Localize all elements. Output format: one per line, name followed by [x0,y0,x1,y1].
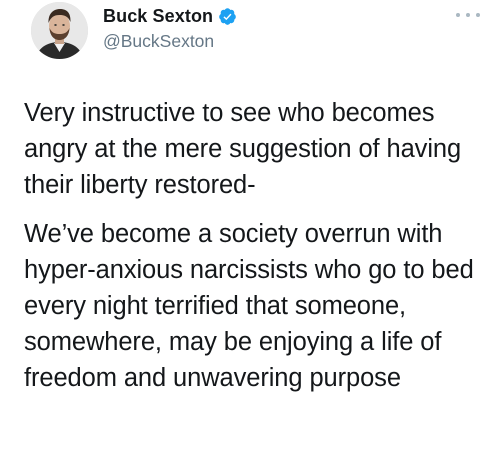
verified-badge-icon [218,7,237,26]
tweet-header: Buck Sexton @BuckSexton [31,0,491,75]
tweet-text: Very instructive to see who becomes angr… [24,95,494,396]
author-names: Buck Sexton @BuckSexton [103,4,237,52]
author-handle[interactable]: @BuckSexton [103,31,237,52]
avatar-image [31,2,88,59]
more-options-icon[interactable] [456,8,480,22]
avatar[interactable] [31,2,88,59]
tweet-paragraph: We’ve become a society overrun with hype… [24,220,474,392]
tweet-paragraph: Very instructive to see who becomes angr… [24,99,462,199]
tweet-card: Buck Sexton @BuckSexton Very instructive… [0,0,500,471]
display-name[interactable]: Buck Sexton [103,6,213,27]
display-name-row: Buck Sexton [103,4,237,28]
